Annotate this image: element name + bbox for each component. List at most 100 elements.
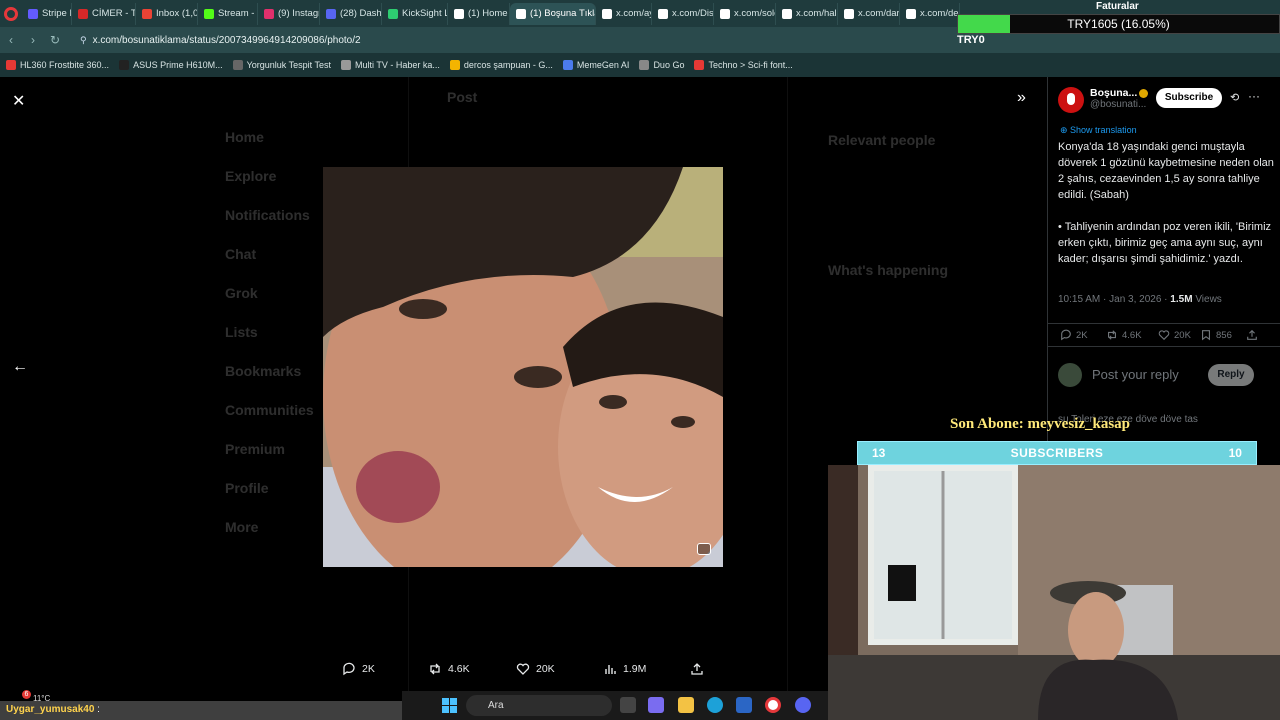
repost-button[interactable]: 4.6K: [1106, 329, 1142, 341]
browser-tab[interactable]: CİMER - T.C: [72, 2, 136, 25]
tab-favicon-icon: [28, 8, 38, 19]
bookmarks-bar: HL360 Frostbite 360... ASUS Prime H610M..…: [0, 53, 1280, 77]
webcam-feed: [828, 465, 1280, 720]
share-button[interactable]: [1246, 329, 1258, 341]
tweet-views-count: 1.5M: [1170, 294, 1193, 305]
url-field[interactable]: x.com/bosunatiklama/status/2007349964914…: [93, 35, 361, 46]
bookmark-label: HL360 Frostbite 360...: [20, 60, 110, 70]
task-view-icon[interactable]: [620, 697, 636, 713]
repost-count: 4.6K: [1122, 329, 1142, 341]
windows-start-icon[interactable]: [442, 698, 457, 713]
photo-share-button[interactable]: [690, 662, 704, 676]
bookmark-item[interactable]: Techno > Sci-fi font...: [694, 60, 793, 70]
reply-icon: [1061, 329, 1071, 341]
photo-views-button[interactable]: 1.9M: [603, 662, 646, 676]
collapse-panel-icon[interactable]: »: [1017, 89, 1026, 107]
bookmark-item[interactable]: dercos şampuan - G...: [449, 60, 553, 70]
close-viewer-icon[interactable]: ✕: [12, 91, 25, 111]
author-name-text: Boşuna...: [1090, 87, 1138, 99]
photo-reply-button[interactable]: 2K: [342, 662, 375, 676]
copilot-icon[interactable]: [648, 697, 664, 713]
bookmark-item[interactable]: ASUS Prime H610M...: [119, 60, 223, 70]
browser-tab[interactable]: x.com/ayki: [596, 2, 652, 25]
tweet-time[interactable]: 10:15 AM · Jan 3, 2026 ·: [1058, 294, 1168, 305]
tab-label: x.com/deni: [920, 8, 959, 19]
browser-tab[interactable]: x.com/darkl: [838, 2, 900, 25]
browser-tab[interactable]: x.com/deni: [900, 2, 960, 25]
browser-tab[interactable]: KickSight Li: [382, 2, 448, 25]
bookmark-button[interactable]: 856: [1200, 329, 1232, 341]
tab-favicon-icon: [264, 8, 274, 19]
tab-label: Stripe Expre: [42, 8, 71, 19]
photo-repost-button[interactable]: 4.6K: [428, 662, 470, 676]
tweet-photo[interactable]: [323, 167, 723, 567]
browser-tab[interactable]: x.com/solcu: [714, 2, 776, 25]
tab-label: Stream - Ki: [218, 8, 257, 19]
chat-username: Uygar_yumusak40: [6, 704, 95, 715]
photo-like-button[interactable]: 20K: [516, 662, 555, 676]
reply-button[interactable]: 2K: [1060, 329, 1088, 341]
tweet-meta: 10:15 AM · Jan 3, 2026 · 1.5M Views: [1058, 294, 1222, 305]
tweet-author[interactable]: Boşuna... @bosunati...: [1058, 87, 1149, 113]
bookmark-label: ASUS Prime H610M...: [133, 60, 223, 70]
taskbar-search-input[interactable]: Ara: [466, 695, 612, 716]
goal-title: Faturalar: [1096, 1, 1139, 12]
browser-tab[interactable]: Stream - Ki: [198, 2, 258, 25]
opera-taskbar-icon[interactable]: [765, 697, 781, 713]
bookmark-favicon-icon: [6, 60, 16, 70]
bookmark-item[interactable]: Yorgunluk Tespit Test: [232, 60, 331, 70]
tab-label: (28) Dashbo: [340, 8, 382, 19]
bookmark-icon: [1202, 330, 1210, 341]
tab-favicon-icon: [602, 8, 612, 19]
file-explorer-icon[interactable]: [678, 697, 694, 713]
heart-icon: [1158, 330, 1170, 341]
tab-favicon-icon: [844, 8, 854, 19]
tab-label: Inbox (1,08: [156, 8, 198, 19]
show-translation-text: Show translation: [1070, 125, 1137, 135]
tab-list: Stripe Expre CİMER - T.C Inbox (1,08 Stream…: [22, 2, 960, 25]
author-name[interactable]: Boşuna...: [1090, 87, 1149, 99]
author-avatar[interactable]: [1058, 87, 1084, 113]
like-button[interactable]: 20K: [1158, 329, 1191, 341]
browser-tab[interactable]: Stripe Expre: [22, 2, 72, 25]
grok-icon[interactable]: ⟲: [1230, 91, 1239, 104]
forward-icon[interactable]: ›: [22, 33, 44, 47]
notification-badge: 6: [22, 690, 31, 699]
background-whats-happening: What's happening: [828, 262, 948, 278]
store-icon[interactable]: [736, 697, 752, 713]
show-translation-link[interactable]: ⊕ Show translation: [1060, 125, 1137, 136]
tweet-stats-bar: 2K 4.6K 20K 856: [1048, 323, 1280, 347]
previous-photo-icon[interactable]: ←: [12, 358, 28, 376]
bookmark-favicon-icon: [232, 60, 243, 70]
browser-tab[interactable]: x.com/halul: [776, 2, 838, 25]
tab-favicon-icon: [720, 8, 730, 19]
photo-repost-count: 4.6K: [448, 663, 470, 675]
browser-tab[interactable]: (1) Home /: [448, 2, 510, 25]
reply-submit-button[interactable]: Reply: [1208, 364, 1254, 386]
edge-icon[interactable]: [707, 697, 723, 713]
opera-logo-icon[interactable]: [4, 6, 18, 21]
subscribe-button[interactable]: Subscribe: [1156, 88, 1222, 108]
browser-tab[interactable]: (28) Dashbo: [320, 2, 382, 25]
browser-tab[interactable]: (9) Instagran: [258, 2, 320, 25]
browser-tab[interactable]: x.com/Dista: [652, 2, 714, 25]
discord-icon[interactable]: [795, 697, 811, 713]
bookmark-item[interactable]: HL360 Frostbite 360...: [6, 60, 109, 70]
bookmark-item[interactable]: MemeGen AI: [562, 60, 629, 70]
back-icon[interactable]: ‹: [0, 33, 22, 47]
tab-label: x.com/solcu: [734, 8, 775, 19]
more-options-icon[interactable]: ···: [1248, 89, 1260, 103]
reply-composer: Post your reply Reply: [1058, 360, 1273, 390]
browser-tab[interactable]: Inbox (1,08: [136, 2, 198, 25]
weather-temp[interactable]: 11°C: [33, 694, 50, 703]
repost-icon: [430, 663, 440, 675]
site-info-icon[interactable]: ⚲: [80, 35, 87, 46]
reply-input[interactable]: Post your reply: [1092, 367, 1179, 382]
stream-chat-line: Uygar_yumusak40 :: [0, 701, 402, 720]
browser-tab[interactable]: (1) Boşuna Tıkla×: [510, 2, 596, 25]
bookmark-item[interactable]: Duo Go: [639, 60, 684, 70]
reload-icon[interactable]: ↻: [44, 33, 66, 47]
photo-alt-icon[interactable]: [697, 543, 711, 555]
bookmark-item[interactable]: Multi TV - Haber ka...: [341, 60, 440, 70]
tab-label: KickSight Li: [402, 8, 448, 19]
